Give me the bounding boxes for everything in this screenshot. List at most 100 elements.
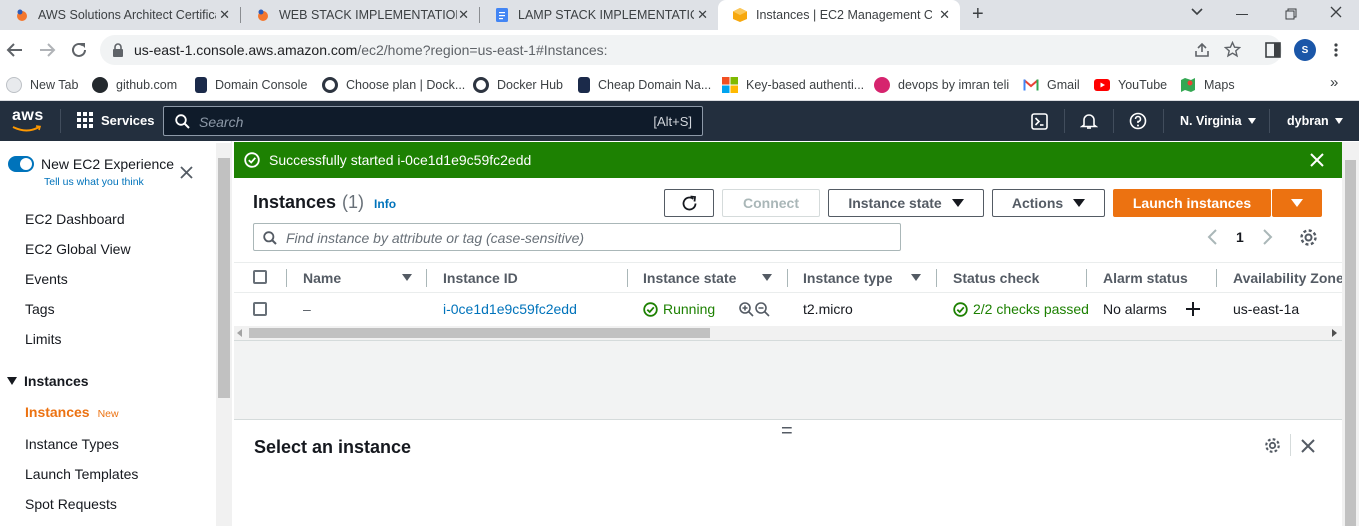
chevron-left-icon[interactable] (1206, 229, 1218, 245)
bookmark-docker-hub[interactable]: Docker Hub (473, 75, 563, 95)
browser-tab[interactable]: WEB STACK IMPLEMENTATION (L ✕ (241, 0, 479, 30)
bookmark-cheap-domain[interactable]: Cheap Domain Na... (578, 75, 711, 95)
close-tab-icon[interactable]: ✕ (219, 7, 230, 23)
bookmark-domain-console[interactable]: Domain Console (195, 75, 307, 95)
add-alarm-icon[interactable] (1186, 302, 1200, 316)
launch-dropdown-button[interactable] (1272, 189, 1322, 217)
launch-instances-button[interactable]: Launch instances (1113, 189, 1271, 217)
help-icon[interactable] (1129, 112, 1147, 130)
back-icon[interactable] (6, 41, 24, 64)
scroll-left-arrow-icon[interactable] (237, 329, 242, 337)
feedback-link[interactable]: Tell us what you think (44, 176, 144, 188)
bookmark-label: github.com (116, 78, 178, 92)
drag-handle-icon[interactable]: = (781, 420, 793, 443)
region-selector[interactable]: N. Virginia (1180, 114, 1256, 128)
nav-events[interactable]: Events (25, 271, 68, 287)
services-menu[interactable]: Services (77, 112, 155, 128)
browser-tab-active[interactable]: Instances | EC2 Management Con ✕ (718, 0, 960, 30)
column-header-availability-zone[interactable]: Availability Zone (1233, 270, 1342, 286)
chevron-right-icon[interactable] (1262, 229, 1274, 245)
nav-instance-types[interactable]: Instance Types (25, 436, 119, 452)
nav-instances-active[interactable]: Instances New (25, 404, 119, 420)
new-tab-button[interactable]: + (972, 3, 984, 26)
settings-gear-icon[interactable] (1299, 228, 1318, 247)
scroll-thumb[interactable] (249, 328, 710, 338)
info-link[interactable]: Info (374, 197, 396, 211)
bookmarks-overflow-icon[interactable]: » (1330, 74, 1338, 91)
new-experience-toggle[interactable] (8, 156, 34, 172)
bookmark-gmail[interactable]: Gmail (1023, 75, 1080, 95)
bookmark-key-based[interactable]: Key-based authenti... (722, 75, 864, 95)
refresh-button[interactable] (664, 189, 714, 217)
nav-section-instances[interactable]: Instances (24, 373, 89, 389)
close-tab-icon[interactable]: ✕ (939, 7, 950, 23)
settings-gear-icon[interactable] (1264, 437, 1281, 454)
bookmark-github[interactable]: github.com (92, 75, 177, 95)
browser-tab[interactable]: AWS Solutions Architect Certificati ✕ (0, 0, 240, 30)
instance-filter-input[interactable]: Find instance by attribute or tag (case-… (253, 223, 901, 251)
bookmark-new-tab[interactable]: New Tab (6, 75, 78, 95)
close-tab-icon[interactable]: ✕ (697, 7, 708, 23)
bookmark-choose-plan[interactable]: Choose plan | Dock... (322, 75, 465, 95)
zoom-in-icon[interactable] (739, 302, 754, 317)
caret-down-icon[interactable] (7, 377, 17, 385)
content-vertical-scrollbar[interactable] (1342, 142, 1359, 526)
tab-search-icon[interactable] (1190, 5, 1204, 24)
close-icon[interactable] (1301, 439, 1315, 453)
nav-ec2-global-view[interactable]: EC2 Global View (25, 241, 131, 257)
aws-search-input[interactable]: Search [Alt+S] (163, 106, 703, 136)
zoom-out-icon[interactable] (755, 302, 770, 317)
cloudshell-icon[interactable] (1031, 113, 1048, 130)
aws-logo[interactable]: aws (12, 107, 44, 132)
nav-ec2-dashboard[interactable]: EC2 Dashboard (25, 211, 125, 227)
sort-caret-icon[interactable] (911, 274, 921, 281)
row-checkbox[interactable] (253, 302, 267, 316)
nav-limits[interactable]: Limits (25, 331, 62, 347)
column-header-alarm-status[interactable]: Alarm status (1103, 270, 1188, 286)
bookmark-maps[interactable]: Maps (1180, 75, 1235, 95)
window-close-icon[interactable] (1329, 5, 1343, 24)
nav-launch-templates[interactable]: Launch Templates (25, 466, 138, 482)
select-all-checkbox[interactable] (253, 270, 267, 284)
maps-icon (1181, 78, 1195, 92)
reload-icon[interactable] (70, 41, 88, 64)
nav-spot-requests[interactable]: Spot Requests (25, 496, 117, 512)
nav-tags[interactable]: Tags (25, 301, 55, 317)
dismiss-icon[interactable] (1310, 153, 1324, 167)
scroll-right-arrow-icon[interactable] (1332, 329, 1337, 337)
instance-state-button[interactable]: Instance state (828, 189, 984, 217)
restore-icon[interactable] (1285, 7, 1297, 25)
address-bar[interactable]: us-east-1.console.aws.amazon.com/ec2/hom… (100, 35, 1282, 65)
table-horizontal-scrollbar[interactable] (234, 326, 1342, 340)
connect-button[interactable]: Connect (722, 189, 820, 217)
refresh-icon (682, 195, 696, 210)
chevron-down-icon (1247, 118, 1256, 124)
sort-caret-icon[interactable] (762, 274, 772, 281)
account-menu[interactable]: dybran (1287, 114, 1343, 128)
bookmark-youtube[interactable]: YouTube (1094, 75, 1167, 95)
column-header-instance-type[interactable]: Instance type (803, 270, 892, 286)
forward-icon[interactable] (38, 41, 56, 64)
profile-avatar[interactable]: S (1294, 39, 1316, 61)
sort-caret-icon[interactable] (402, 274, 412, 281)
bookmark-devops[interactable]: devops by imran teli (874, 75, 1009, 95)
close-tab-icon[interactable]: ✕ (458, 7, 469, 23)
share-icon[interactable] (1194, 42, 1210, 58)
lock-icon[interactable] (112, 43, 124, 57)
close-icon[interactable] (180, 166, 193, 179)
column-header-instance-id[interactable]: Instance ID (443, 270, 518, 286)
column-header-instance-state[interactable]: Instance state (643, 270, 736, 286)
page-number[interactable]: 1 (1236, 229, 1244, 245)
column-header-name[interactable]: Name (303, 270, 341, 286)
more-menu-icon[interactable] (1334, 42, 1338, 58)
url-text[interactable]: us-east-1.console.aws.amazon.com/ec2/hom… (134, 42, 608, 58)
minimize-icon[interactable] (1236, 14, 1248, 15)
bookmark-star-icon[interactable] (1224, 41, 1241, 58)
side-panel-icon[interactable] (1265, 42, 1281, 58)
browser-tab[interactable]: LAMP STACK IMPLEMENTATION ✕ (480, 0, 718, 30)
cell-instance-id-link[interactable]: i-0ce1d1e9c59fc2edd (443, 301, 577, 317)
notifications-bell-icon[interactable] (1080, 112, 1098, 130)
sidebar-scrollbar[interactable] (216, 143, 232, 526)
actions-button[interactable]: Actions (992, 189, 1105, 217)
column-header-status-check[interactable]: Status check (953, 270, 1039, 286)
